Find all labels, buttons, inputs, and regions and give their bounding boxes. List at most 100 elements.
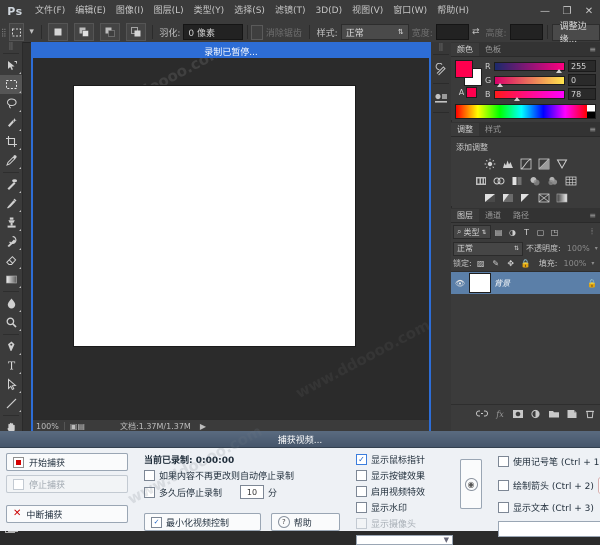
- new-selection-icon[interactable]: [47, 23, 68, 41]
- foreground-swatch[interactable]: [455, 60, 473, 78]
- filter-smart-icon[interactable]: ◳: [549, 226, 561, 238]
- slider-thumb[interactable]: [555, 68, 562, 73]
- minimize-icon[interactable]: —: [534, 0, 556, 22]
- layer-list[interactable]: 👁 背景 🔒: [451, 271, 600, 404]
- stop-after-minutes-input[interactable]: 10: [240, 485, 265, 499]
- eyedropper-tool[interactable]: [0, 151, 22, 170]
- toolbar-grip[interactable]: ⣿: [0, 42, 22, 51]
- gamut-warning-swatch[interactable]: [466, 87, 478, 98]
- exposure-icon[interactable]: [537, 157, 551, 170]
- lock-position-icon[interactable]: ✥: [505, 258, 517, 270]
- abort-capture-button[interactable]: ✕ 中断捕获: [6, 505, 128, 523]
- subtract-from-selection-icon[interactable]: [99, 23, 120, 41]
- crop-tool[interactable]: [0, 132, 22, 151]
- tool-preset-chevron[interactable]: ▾: [29, 27, 34, 37]
- document-title-bar[interactable]: 录制已暂停...: [33, 44, 429, 58]
- table-row[interactable]: 👁 背景 🔒: [451, 272, 600, 294]
- draw-arrow-checkbox[interactable]: [498, 480, 509, 491]
- marquee-tool[interactable]: [0, 75, 22, 94]
- color-swatches[interactable]: [455, 60, 482, 86]
- channel-slider-g[interactable]: [494, 75, 565, 87]
- selectivecolor-icon[interactable]: [537, 191, 551, 204]
- colorbalance-icon[interactable]: [492, 174, 506, 187]
- enable-video-effects-row[interactable]: 启用视频特效: [356, 485, 452, 498]
- layer-name[interactable]: 背景: [494, 278, 584, 289]
- fill-chevron-icon[interactable]: ▾: [591, 260, 594, 267]
- canvas-area[interactable]: www.ddoooo.com www.ddoooo.com www.ddoooo…: [33, 58, 429, 419]
- threshold-icon[interactable]: [519, 191, 533, 204]
- enable-video-effects-checkbox[interactable]: [356, 486, 367, 497]
- auto-stop-checkbox-row[interactable]: 如果内容不再更改则自动停止录制: [144, 469, 340, 482]
- fill-value[interactable]: 100%: [560, 258, 588, 270]
- help-button[interactable]: ? 帮助: [270, 513, 340, 531]
- move-tool[interactable]: [0, 56, 22, 75]
- tab-swatches[interactable]: 色板: [479, 43, 507, 56]
- tab-channels[interactable]: 通道: [479, 209, 507, 222]
- menu-select[interactable]: 选择(S): [229, 0, 270, 22]
- lasso-tool[interactable]: [0, 94, 22, 113]
- menu-image[interactable]: 图像(I): [111, 0, 149, 22]
- zoom-level[interactable]: 100%: [36, 422, 59, 431]
- status-expand-icon[interactable]: ▶: [200, 422, 206, 431]
- minimize-video-control-button[interactable]: ✓ 最小化视频控制: [144, 513, 261, 531]
- show-text-row[interactable]: 显示文本 (Ctrl + 3): [498, 501, 600, 514]
- marker-pen-row[interactable]: 使用记号笔 (Ctrl + 1): [498, 455, 600, 468]
- show-watermark-row[interactable]: 显示水印: [356, 501, 452, 514]
- menu-type[interactable]: 类型(Y): [189, 0, 230, 22]
- tab-adjustments[interactable]: 调整: [451, 123, 479, 136]
- filter-adjustment-icon[interactable]: ◑: [507, 226, 519, 238]
- posterize-icon[interactable]: [501, 191, 515, 204]
- menu-window[interactable]: 窗口(W): [388, 0, 432, 22]
- annotation-text-input[interactable]: [498, 520, 600, 537]
- opacity-chevron-icon[interactable]: ▾: [595, 245, 598, 252]
- draw-arrow-row[interactable]: 绘制箭头 (Ctrl + 2): [498, 479, 594, 492]
- panel-menu-icon[interactable]: ≡: [589, 43, 600, 56]
- huesat-icon[interactable]: [474, 174, 488, 187]
- height-input[interactable]: [509, 24, 543, 40]
- path-selection-tool[interactable]: [0, 375, 22, 394]
- colorlookup-icon[interactable]: [564, 174, 578, 187]
- image-canvas[interactable]: [74, 86, 355, 346]
- intersect-selection-icon[interactable]: [125, 23, 146, 41]
- start-capture-button[interactable]: 开始捕获: [6, 453, 128, 471]
- dodge-tool[interactable]: [0, 313, 22, 332]
- history-panel-icon[interactable]: [431, 58, 451, 80]
- stop-capture-button[interactable]: 停止捕获: [6, 475, 128, 493]
- lock-image-pixels-icon[interactable]: ✎: [490, 258, 502, 270]
- channel-value-g[interactable]: 0: [568, 74, 596, 86]
- add-to-selection-icon[interactable]: [73, 23, 94, 41]
- blend-mode-select[interactable]: 正常 ⇅: [453, 241, 523, 256]
- menu-file[interactable]: 文件(F): [30, 0, 70, 22]
- properties-panel-icon[interactable]: [431, 87, 451, 109]
- stop-after-checkbox[interactable]: [144, 486, 155, 498]
- brush-tool[interactable]: [0, 194, 22, 213]
- filter-type-icon[interactable]: T: [521, 226, 533, 238]
- auto-stop-checkbox[interactable]: [144, 470, 155, 481]
- show-watermark-checkbox[interactable]: [356, 502, 367, 513]
- channelmixer-icon[interactable]: [546, 174, 560, 187]
- lock-transparent-pixels-icon[interactable]: ▨: [475, 258, 487, 270]
- show-cursor-checkbox[interactable]: ✓: [356, 454, 367, 465]
- menu-edit[interactable]: 编辑(E): [70, 0, 111, 22]
- blackwhite-icon[interactable]: [510, 174, 524, 187]
- width-input[interactable]: [435, 24, 469, 40]
- filter-toggle-switch[interactable]: ⦙: [586, 226, 598, 238]
- camera-select[interactable]: ▼: [356, 535, 453, 545]
- vibrance-icon[interactable]: [555, 157, 569, 170]
- lock-all-icon[interactable]: 🔒: [520, 258, 532, 270]
- swap-dimensions-icon[interactable]: ⇄: [472, 27, 480, 37]
- menu-3d[interactable]: 3D(D): [310, 0, 347, 22]
- marker-pen-checkbox[interactable]: [498, 456, 509, 467]
- type-tool[interactable]: T: [0, 356, 22, 375]
- layer-styles-icon[interactable]: fx: [494, 408, 506, 420]
- dock-grip[interactable]: ⣿: [431, 42, 451, 51]
- tab-paths[interactable]: 路径: [507, 209, 535, 222]
- tab-layers[interactable]: 图层: [451, 209, 479, 222]
- options-bar-grip[interactable]: ⣿: [0, 22, 7, 42]
- delete-layer-icon[interactable]: [584, 408, 596, 420]
- add-layer-mask-icon[interactable]: [512, 408, 524, 420]
- menu-help[interactable]: 帮助(H): [432, 0, 474, 22]
- pen-tool[interactable]: [0, 337, 22, 356]
- show-text-checkbox[interactable]: [498, 502, 509, 513]
- channel-slider-b[interactable]: [494, 89, 565, 101]
